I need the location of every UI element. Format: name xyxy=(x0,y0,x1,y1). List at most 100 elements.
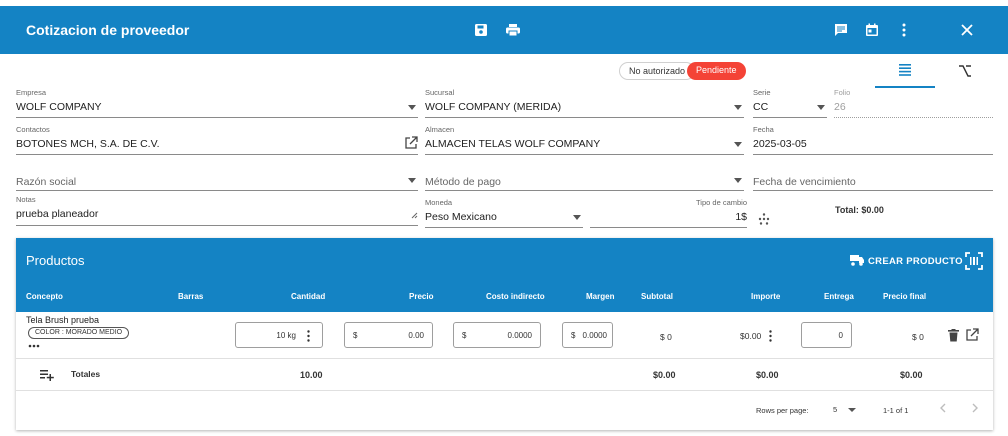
empresa-label: Empresa xyxy=(16,88,47,97)
page-title: Cotizacion de proveedor xyxy=(26,22,190,38)
chevron-down-icon xyxy=(734,178,742,183)
delete-icon[interactable] xyxy=(948,329,959,347)
open-in-new-icon[interactable] xyxy=(965,328,979,347)
resize-handle-icon[interactable] xyxy=(411,206,418,224)
razon-social-placeholder: Razón social xyxy=(16,176,77,188)
folio-field: Folio 26 xyxy=(834,88,993,118)
precio-final-value: $ 0 xyxy=(912,332,924,342)
rows-per-page-value: 5 xyxy=(833,405,838,414)
costo-value: 0.0000 xyxy=(507,331,532,340)
precio-prefix: $ xyxy=(353,331,358,340)
concept-name: Tela Brush prueba xyxy=(26,315,100,325)
col-header-subtotal[interactable]: Subtotal xyxy=(641,292,673,301)
products-header: Productos CREAR PRODUCTO Concepto Barras… xyxy=(16,238,993,312)
almacen-select[interactable]: Almacen ALMACEN TELAS WOLF COMPANY xyxy=(425,125,744,155)
col-header-precio[interactable]: Precio xyxy=(409,292,433,301)
col-header-importe[interactable]: Importe xyxy=(751,292,780,301)
calendar-icon[interactable] xyxy=(861,19,883,41)
exchange-options-icon[interactable] xyxy=(758,212,770,230)
costo-indirecto-input[interactable]: $ 0.0000 xyxy=(453,322,541,348)
page: Cotizacion de proveedor No autorizado Pe… xyxy=(0,0,1008,436)
totals-cantidad: 10.00 xyxy=(300,370,323,380)
fecha-value: 2025-03-05 xyxy=(753,138,807,150)
serie-label: Serie xyxy=(753,88,771,97)
more-vert-icon[interactable] xyxy=(893,19,915,41)
empresa-select[interactable]: Empresa WOLF COMPANY xyxy=(16,88,418,118)
almacen-label: Almacen xyxy=(425,125,455,134)
precio-value: 0.00 xyxy=(408,331,424,340)
fecha-field[interactable]: Fecha 2025-03-05 xyxy=(753,125,993,155)
contactos-value: BOTONES MCH, S.A. DE C.V. xyxy=(16,138,160,150)
fecha-vencimiento-placeholder: Fecha de vencimiento xyxy=(753,176,856,188)
empresa-value: WOLF COMPANY xyxy=(16,101,102,113)
margen-value: 0.0000 xyxy=(582,331,607,340)
pagination-range: 1-1 of 1 xyxy=(883,406,909,415)
playlist-add-icon[interactable] xyxy=(40,368,54,386)
print-icon[interactable] xyxy=(502,19,524,41)
app-header: Cotizacion de proveedor xyxy=(0,6,1008,54)
precio-input[interactable]: $ 0.00 xyxy=(344,322,433,348)
cantidad-input[interactable]: 10 kg xyxy=(235,322,323,348)
totals-subtotal: $0.00 xyxy=(653,370,676,380)
entrega-value: 0 xyxy=(838,331,843,340)
col-header-costo-indirecto[interactable]: Costo indirecto xyxy=(486,292,545,301)
importe-value: $0.00 xyxy=(740,331,762,341)
open-in-new-icon[interactable] xyxy=(404,136,418,150)
notas-label: Notas xyxy=(16,195,36,204)
moneda-label: Moneda xyxy=(425,198,453,207)
chevron-down-icon xyxy=(848,408,856,412)
sucursal-label: Sucursal xyxy=(425,88,455,97)
contactos-label: Contactos xyxy=(16,125,50,134)
serie-select[interactable]: Serie CC xyxy=(753,88,827,118)
moneda-select[interactable]: Moneda Peso Mexicano xyxy=(425,198,583,228)
entrega-input[interactable]: 0 xyxy=(801,322,852,348)
totals-importe: $0.00 xyxy=(756,370,779,380)
more-horiz-icon[interactable] xyxy=(28,343,40,349)
margen-input[interactable]: $ 0.0000 xyxy=(562,322,613,348)
truck-icon xyxy=(849,253,865,270)
metodo-pago-select[interactable]: Método de pago xyxy=(425,163,744,191)
chevron-down-icon xyxy=(734,105,742,110)
fork-view-tab[interactable] xyxy=(935,58,995,88)
list-view-tab[interactable] xyxy=(875,58,935,88)
close-icon[interactable] xyxy=(956,19,978,41)
barcode-scan-icon[interactable] xyxy=(964,251,984,271)
razon-social-select[interactable]: Razón social xyxy=(16,163,418,191)
costo-prefix: $ xyxy=(462,331,467,340)
save-icon[interactable] xyxy=(470,19,492,41)
folio-label: Folio xyxy=(834,88,851,97)
more-vert-icon[interactable] xyxy=(307,330,310,344)
col-header-barras[interactable]: Barras xyxy=(178,292,203,301)
comment-icon[interactable] xyxy=(830,19,852,41)
rows-per-page-select[interactable]: 5 xyxy=(831,401,861,417)
moneda-value: Peso Mexicano xyxy=(425,211,497,223)
margen-prefix: $ xyxy=(571,331,576,340)
col-header-entrega[interactable]: Entrega xyxy=(824,292,854,301)
subtotal-value: $ 0 xyxy=(660,332,672,342)
notas-textarea[interactable]: Notas prueba planeador xyxy=(16,195,418,226)
divider xyxy=(16,390,993,391)
col-header-concepto[interactable]: Concepto xyxy=(26,292,63,301)
next-page-icon[interactable] xyxy=(968,401,982,415)
contactos-field[interactable]: Contactos BOTONES MCH, S.A. DE C.V. xyxy=(16,125,418,155)
more-vert-icon[interactable] xyxy=(769,329,772,347)
prev-page-icon[interactable] xyxy=(936,401,950,415)
rows-per-page-label: Rows per page: xyxy=(756,406,809,415)
attribute-chip: COLOR : MORADO MEDIO xyxy=(28,327,130,339)
serie-value: CC xyxy=(753,101,769,113)
chevron-down-icon xyxy=(408,105,416,110)
totals-precio-final: $0.00 xyxy=(900,370,923,380)
col-header-cantidad[interactable]: Cantidad xyxy=(291,292,325,301)
tipo-cambio-field[interactable]: Tipo de cambio 1$ xyxy=(590,198,747,228)
col-header-margen[interactable]: Margen xyxy=(586,292,614,301)
authorization-chip: No autorizado xyxy=(619,62,696,80)
chevron-down-icon xyxy=(734,142,742,147)
sucursal-select[interactable]: Sucursal WOLF COMPANY (MERIDA) xyxy=(425,88,744,118)
create-product-button[interactable]: CREAR PRODUCTO xyxy=(849,252,963,270)
col-header-precio-final[interactable]: Precio final xyxy=(883,292,926,301)
fork-view-icon xyxy=(958,64,972,82)
sucursal-value: WOLF COMPANY (MERIDA) xyxy=(425,101,562,113)
fecha-vencimiento-field[interactable]: Fecha de vencimiento xyxy=(753,163,993,191)
products-card: Productos CREAR PRODUCTO Concepto Barras… xyxy=(16,238,993,430)
tipo-cambio-label: Tipo de cambio xyxy=(696,198,747,207)
